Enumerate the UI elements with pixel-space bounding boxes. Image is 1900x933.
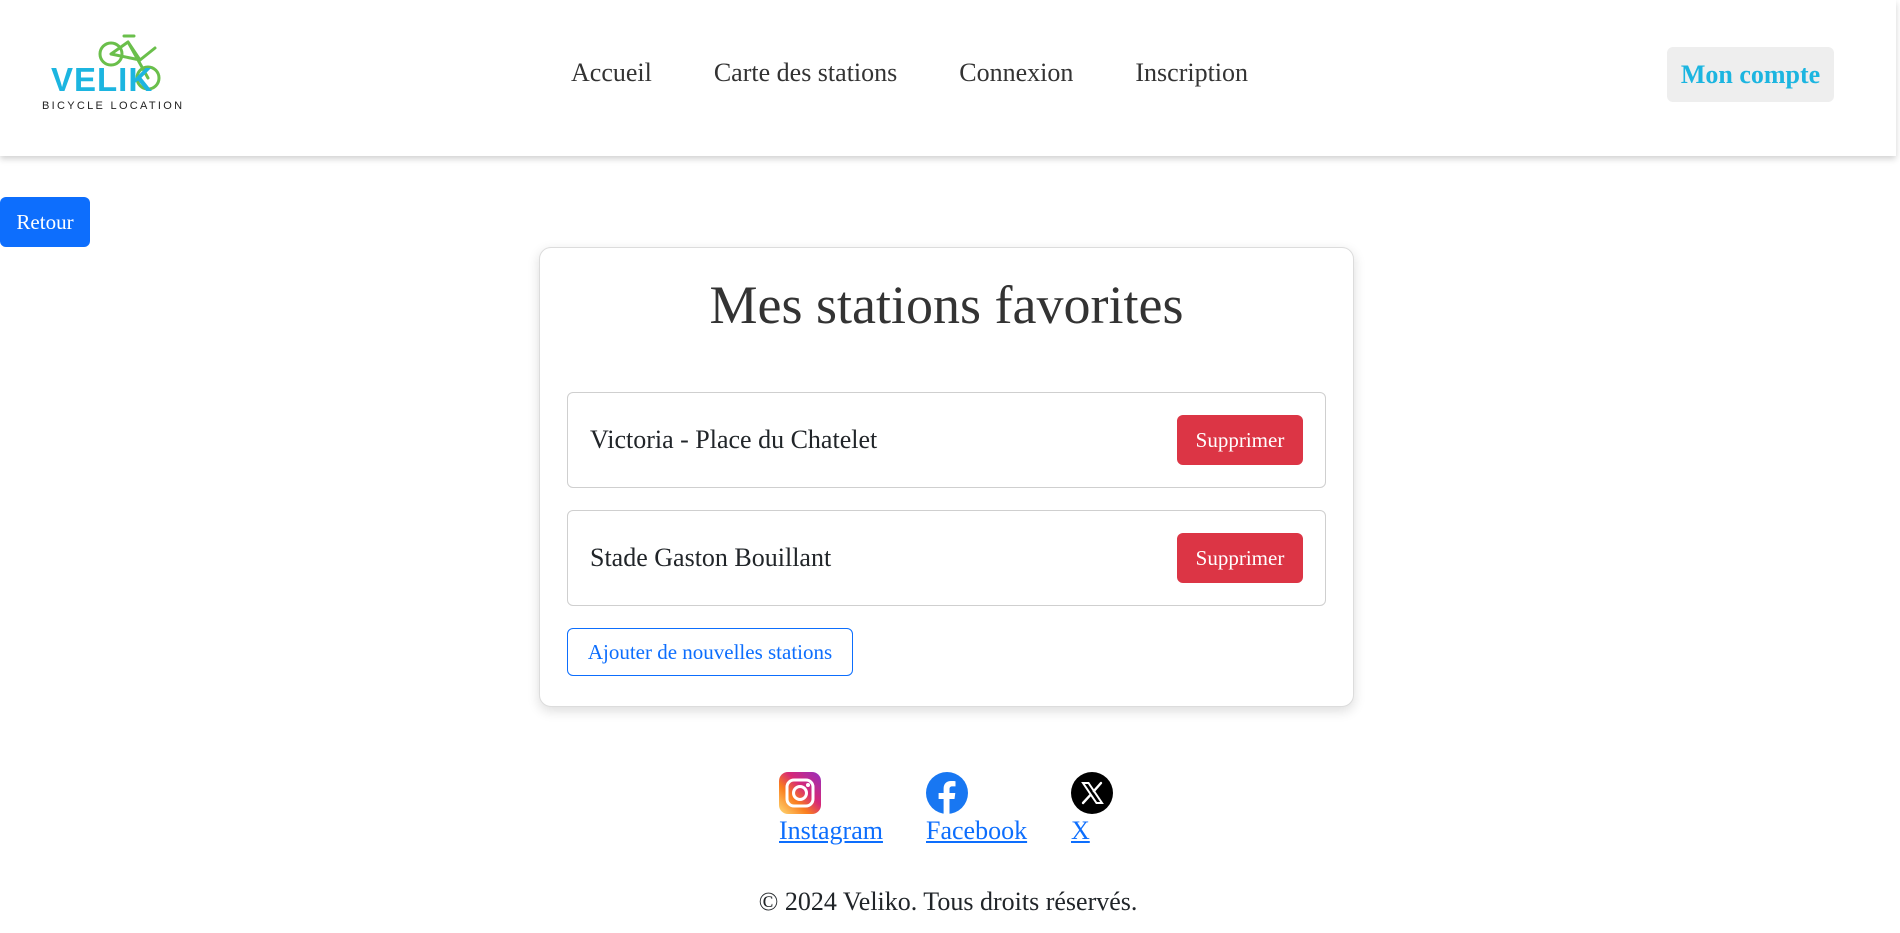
nav-connexion[interactable]: Connexion: [959, 58, 1073, 88]
logo-tagline: BICYCLE LOCATION: [42, 100, 185, 112]
station-name: Stade Gaston Bouillant: [590, 543, 832, 572]
social-instagram: Instagram: [779, 772, 883, 846]
favorites-card: Mes stations favorites Victoria - Place …: [539, 247, 1354, 707]
instagram-link[interactable]: Instagram: [779, 816, 883, 846]
main-nav: Accueil Carte des stations Connexion Ins…: [571, 58, 1310, 88]
page-title: Mes stations favorites: [709, 275, 1184, 335]
facebook-link[interactable]: Facebook: [926, 816, 1027, 846]
logo-wordmark: VELIK: [51, 61, 154, 98]
social-x: X: [1071, 772, 1113, 846]
delete-station-button[interactable]: Supprimer: [1177, 533, 1303, 583]
facebook-icon[interactable]: [926, 772, 968, 814]
add-stations-button[interactable]: Ajouter de nouvelles stations: [567, 628, 853, 676]
my-account-button[interactable]: Mon compte: [1667, 47, 1834, 102]
delete-station-button[interactable]: Supprimer: [1177, 415, 1303, 465]
station-item: Victoria - Place du Chatelet Supprimer: [567, 392, 1326, 488]
social-facebook: Facebook: [926, 772, 1027, 846]
instagram-icon[interactable]: [779, 772, 821, 814]
station-name: Victoria - Place du Chatelet: [590, 425, 878, 454]
site-header: VELIK BICYCLE LOCATION Accueil Carte des…: [0, 0, 1896, 156]
nav-accueil[interactable]: Accueil: [571, 58, 652, 88]
copyright-text: © 2024 Veliko. Tous droits réservés.: [758, 887, 1138, 916]
x-link[interactable]: X: [1071, 816, 1113, 846]
nav-carte-des-stations[interactable]: Carte des stations: [714, 58, 897, 88]
velik-logo[interactable]: VELIK BICYCLE LOCATION: [40, 34, 190, 114]
x-icon[interactable]: [1071, 772, 1113, 814]
station-item: Stade Gaston Bouillant Supprimer: [567, 510, 1326, 606]
back-button[interactable]: Retour: [0, 197, 90, 247]
nav-inscription[interactable]: Inscription: [1135, 58, 1248, 88]
